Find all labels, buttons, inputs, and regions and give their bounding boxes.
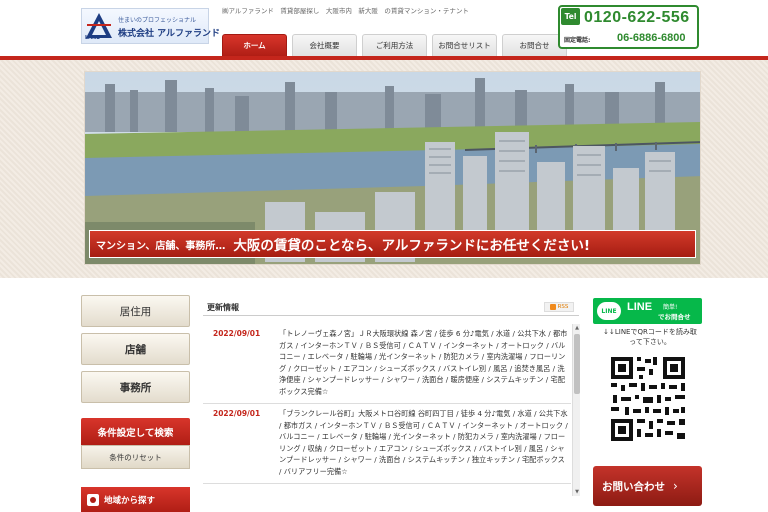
area-search-heading[interactable]: 地域から探す bbox=[81, 487, 190, 512]
tel-box[interactable]: Tel 0120-622-556 固定電話: 06-6886-6800 bbox=[558, 5, 699, 49]
nav-tab-home[interactable]: ホーム bbox=[222, 34, 287, 56]
logo-tagline: 住まいのプロフェッショナル bbox=[118, 17, 197, 24]
logo-company-name: 株式会社 アルファランド bbox=[118, 29, 221, 39]
line-badge: 簡単! bbox=[663, 304, 678, 311]
tel-fixed-label: 固定電話: bbox=[564, 37, 591, 44]
map-pin-icon bbox=[87, 493, 99, 506]
chevron-right-icon: › bbox=[673, 479, 678, 493]
news-text[interactable]: 「トレノーヴェ森ノ宮」ＪＲ大阪環状線 森ノ宮 / 徒歩 6 分♪電気 / 水道 … bbox=[279, 328, 569, 397]
line-logo-icon: LINE bbox=[597, 302, 621, 320]
hero-banner: マンション、店舗、事務所… 大阪の賃貸のことなら、アルファランドにお任せください… bbox=[89, 230, 696, 258]
news-text[interactable]: 「ブランクレール谷町」大阪メトロ谷町線 谷町四丁目 / 徒歩 4 分♪電気 / … bbox=[279, 408, 569, 477]
tel-fixed-number[interactable]: 06-6886-6800 bbox=[617, 32, 686, 44]
qr-code-icon[interactable] bbox=[607, 353, 689, 445]
site-header: 住まいのプロフェッショナル 株式会社 アルファランド LAND ㈱アルファランド… bbox=[0, 0, 768, 58]
news-scrollbar[interactable]: ▲ ▼ bbox=[572, 324, 580, 496]
scrollbar-thumb[interactable] bbox=[574, 334, 580, 394]
rss-button[interactable]: RSS bbox=[544, 302, 574, 312]
category-office-button[interactable]: 事務所 bbox=[81, 371, 190, 403]
line-title: LINE bbox=[627, 301, 653, 313]
news-item: 2022/09/01 「トレノーヴェ森ノ宮」ＪＲ大阪環状線 森ノ宮 / 徒歩 6… bbox=[203, 324, 571, 404]
rss-label: RSS bbox=[557, 304, 569, 310]
nav-tab-inquiry-list[interactable]: お問合せリスト bbox=[432, 34, 497, 56]
category-store-button[interactable]: 店舗 bbox=[81, 333, 190, 365]
nav-tab-company[interactable]: 会社概要 bbox=[292, 34, 357, 56]
scroll-down-arrow-icon[interactable]: ▼ bbox=[573, 488, 581, 496]
line-contact-button[interactable]: LINE LINE 簡単! でお問合せ bbox=[593, 298, 702, 324]
tel-badge: Tel bbox=[561, 8, 580, 25]
hero-banner-headline: 大阪の賃貸のことなら、アルファランドにお任せください! bbox=[233, 238, 591, 254]
news-panel: 更新情報 RSS 2022/09/01 「トレノーヴェ森ノ宮」ＪＲ大阪環状線 森… bbox=[203, 296, 580, 502]
main-nav: ホーム 会社概要 ご利用方法 お問合せリスト お問合せ bbox=[222, 34, 567, 56]
condition-reset-button[interactable]: 条件のリセット bbox=[81, 445, 190, 469]
header-tagline: ㈱アルファランド 賃貸部屋探し 大阪市内 新大阪 の賃貸マンション・テナント bbox=[222, 7, 469, 15]
nav-tab-usage[interactable]: ご利用方法 bbox=[362, 34, 427, 56]
logo-mark-text: LAND bbox=[85, 35, 101, 41]
hero-image: マンション、店舗、事務所… 大阪の賃貸のことなら、アルファランドにお任せください… bbox=[84, 71, 701, 265]
condition-search-button[interactable]: 条件設定して検索 bbox=[81, 418, 190, 445]
category-residential-button[interactable]: 居住用 bbox=[81, 295, 190, 327]
hero-banner-small: マンション、店舗、事務所… bbox=[96, 240, 226, 252]
qr-caption: ↓↓LINEでQRコードを読み取って下さい。 bbox=[603, 328, 697, 346]
news-date: 2022/09/01 bbox=[213, 329, 261, 338]
news-divider bbox=[203, 315, 579, 316]
area-search-label: 地域から探す bbox=[104, 495, 156, 506]
news-item: 2022/09/01 「ブランクレール谷町」大阪メトロ谷町線 谷町四丁目 / 徒… bbox=[203, 404, 571, 484]
contact-label: お問い合わせ bbox=[602, 480, 665, 493]
news-title: 更新情報 bbox=[207, 303, 239, 312]
contact-us-button[interactable]: お問い合わせ › bbox=[593, 466, 702, 506]
news-list[interactable]: 2022/09/01 「トレノーヴェ森ノ宮」ＪＲ大阪環状線 森ノ宮 / 徒歩 6… bbox=[203, 324, 571, 496]
tel-number[interactable]: 0120-622-556 bbox=[584, 9, 690, 27]
news-date: 2022/09/01 bbox=[213, 409, 261, 418]
company-logo[interactable]: 住まいのプロフェッショナル 株式会社 アルファランド LAND bbox=[81, 8, 220, 44]
rss-icon bbox=[549, 304, 556, 310]
scroll-up-arrow-icon[interactable]: ▲ bbox=[573, 324, 581, 332]
line-subtitle: でお問合せ bbox=[658, 313, 691, 321]
